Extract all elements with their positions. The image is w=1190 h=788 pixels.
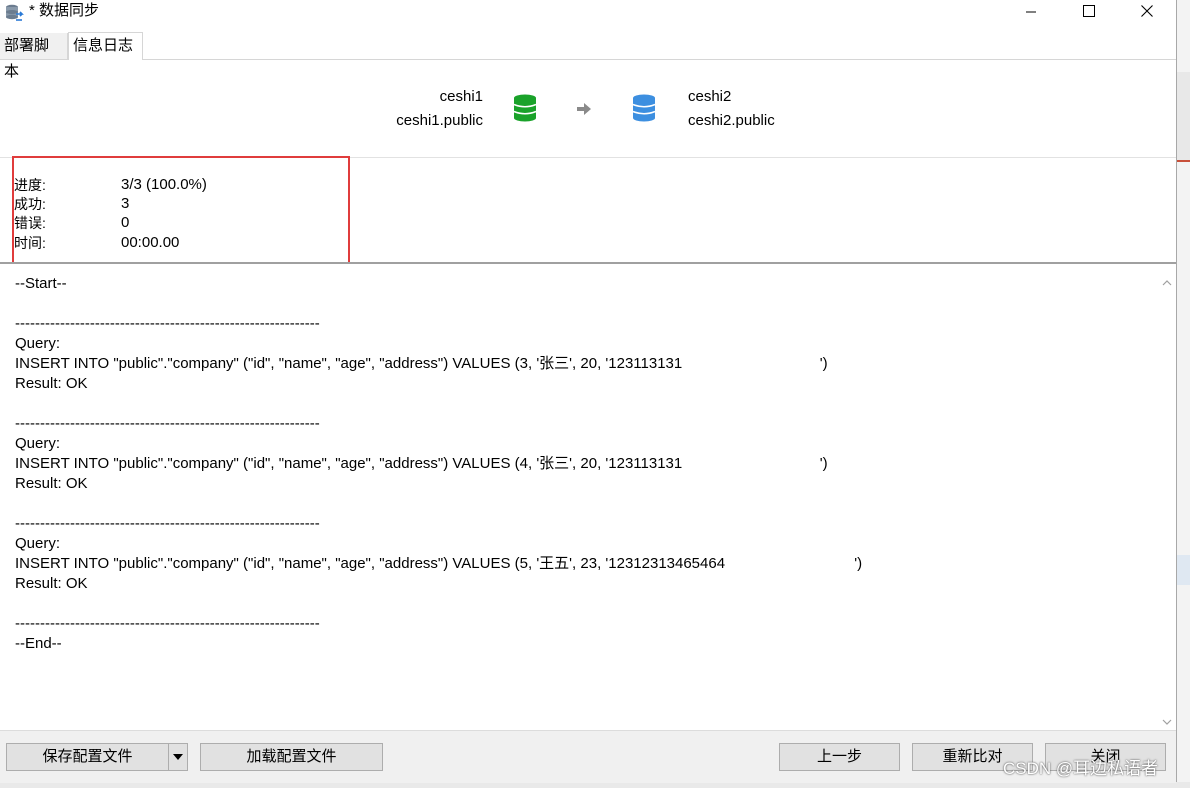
maximize-button[interactable] bbox=[1060, 0, 1118, 22]
save-config-button[interactable]: 保存配置文件 bbox=[6, 743, 169, 771]
scroll-down-button[interactable] bbox=[1158, 713, 1175, 730]
background-window-strip bbox=[1177, 0, 1190, 788]
watermark: CSDN @耳边私语者 bbox=[1003, 759, 1159, 778]
close-window-button[interactable] bbox=[1118, 0, 1176, 22]
chevron-up-icon bbox=[1162, 279, 1171, 285]
log-scrollbar[interactable] bbox=[1158, 274, 1175, 730]
database-green-icon bbox=[513, 94, 537, 126]
minimize-icon bbox=[1026, 11, 1036, 13]
log-line: Result: OK bbox=[15, 475, 88, 492]
log-line: ----------------------------------------… bbox=[15, 315, 320, 332]
maximize-icon bbox=[1083, 5, 1095, 17]
log-line: INSERT INTO "public"."company" ("id", "n… bbox=[15, 555, 863, 572]
close-icon bbox=[1141, 5, 1153, 17]
log-line: Result: OK bbox=[15, 375, 88, 392]
log-line: ----------------------------------------… bbox=[15, 415, 320, 432]
tab-info-log[interactable]: 信息日志 bbox=[68, 32, 143, 60]
save-config-dropdown-button[interactable] bbox=[168, 743, 188, 771]
previous-step-button[interactable]: 上一步 bbox=[779, 743, 900, 771]
log-line: --Start-- bbox=[15, 275, 67, 292]
app-icon bbox=[4, 3, 24, 23]
log-line: Query: bbox=[15, 535, 61, 552]
arrow-right-icon bbox=[575, 100, 593, 122]
highlight-box bbox=[12, 156, 350, 266]
log-line: ----------------------------------------… bbox=[15, 615, 320, 632]
log-line: INSERT INTO "public"."company" ("id", "n… bbox=[15, 455, 828, 472]
data-sync-window: * 数据同步 部署脚本 信息日志 ceshi1 ceshi1.public ce… bbox=[0, 0, 1177, 783]
log-line: --End-- bbox=[15, 635, 62, 652]
log-output[interactable]: --Start-- ------------------------------… bbox=[0, 264, 1158, 730]
load-config-button[interactable]: 加载配置文件 bbox=[200, 743, 383, 771]
log-line: INSERT INTO "public"."company" ("id", "n… bbox=[15, 355, 828, 372]
minimize-button[interactable] bbox=[1002, 0, 1060, 22]
tab-deploy-script[interactable]: 部署脚本 bbox=[0, 33, 68, 80]
log-line: Query: bbox=[15, 335, 61, 352]
chevron-down-icon bbox=[1162, 719, 1171, 725]
scroll-up-button[interactable] bbox=[1158, 274, 1175, 291]
log-line: Query: bbox=[15, 435, 61, 452]
tab-bar: 部署脚本 信息日志 bbox=[0, 32, 1176, 80]
dropdown-arrow-icon bbox=[173, 754, 183, 760]
target-schema-name: ceshi2.public bbox=[688, 112, 775, 129]
source-schema-name: ceshi1.public bbox=[396, 112, 483, 129]
database-blue-icon bbox=[632, 94, 656, 126]
log-line: ----------------------------------------… bbox=[15, 515, 320, 532]
title-bar[interactable]: * 数据同步 bbox=[0, 0, 1176, 30]
target-connection-name: ceshi2 bbox=[688, 88, 732, 105]
source-connection-name: ceshi1 bbox=[439, 88, 483, 105]
window-title: * 数据同步 bbox=[29, 2, 100, 19]
log-line: Result: OK bbox=[15, 575, 88, 592]
